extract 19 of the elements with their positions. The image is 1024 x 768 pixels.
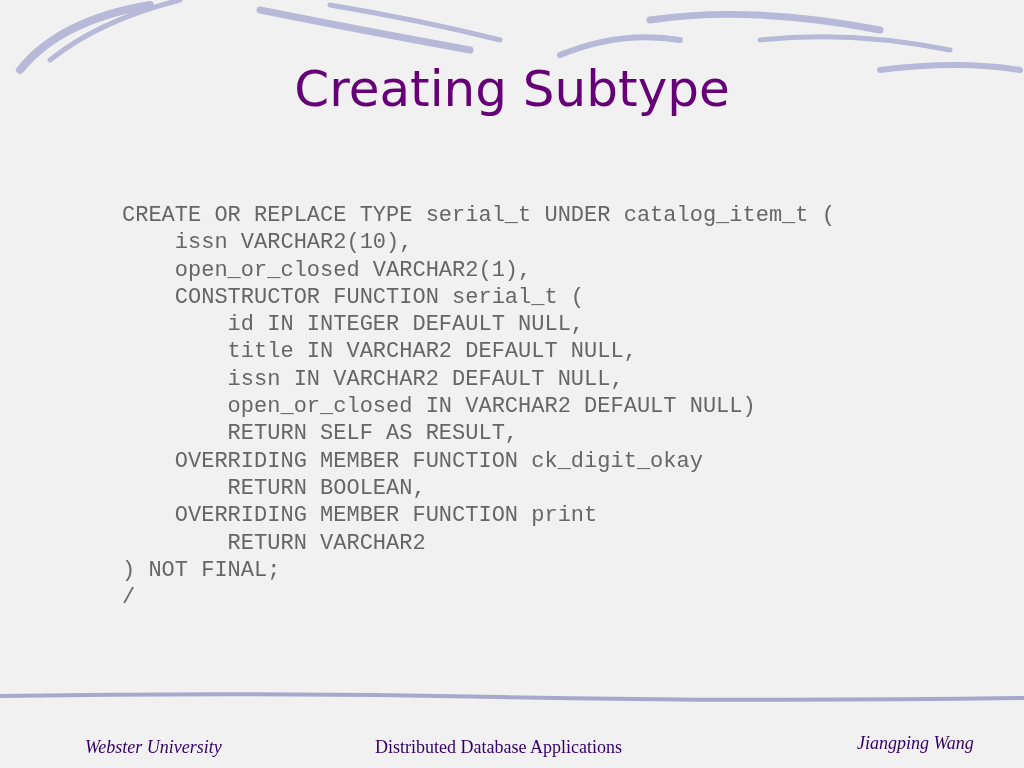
code-line: OVERRIDING MEMBER FUNCTION ck_digit_okay: [173, 447, 703, 475]
code-line: open_or_closed IN VARCHAR2 DEFAULT NULL): [226, 393, 756, 421]
code-line: ) NOT FINAL;: [122, 556, 281, 585]
code-line: RETURN BOOLEAN,: [226, 474, 426, 503]
code-line: RETURN VARCHAR2: [226, 529, 426, 557]
code-line: open_or_closed VARCHAR2(1),: [173, 256, 532, 284]
code-line: id IN INTEGER DEFAULT NULL,: [226, 311, 585, 339]
footer-center-text: Distributed Database Applications: [375, 737, 622, 758]
code-line: CREATE OR REPLACE TYPE serial_t UNDER catalog_item_t (: [122, 202, 835, 230]
footer-author-text: Jiangping Wang: [857, 733, 974, 754]
code-line: CONSTRUCTOR FUNCTION serial_t (: [173, 283, 585, 312]
code-line: /: [122, 584, 136, 612]
footer-left-text: Webster University: [85, 737, 222, 758]
slide-title: Creating Subtype: [294, 60, 730, 118]
code-line: RETURN SELF AS RESULT,: [226, 420, 519, 448]
code-line: issn VARCHAR2(10),: [173, 229, 413, 257]
code-line: OVERRIDING MEMBER FUNCTION print: [173, 502, 598, 530]
code-line: issn IN VARCHAR2 DEFAULT NULL,: [226, 365, 624, 394]
code-line: title IN VARCHAR2 DEFAULT NULL,: [226, 338, 637, 366]
